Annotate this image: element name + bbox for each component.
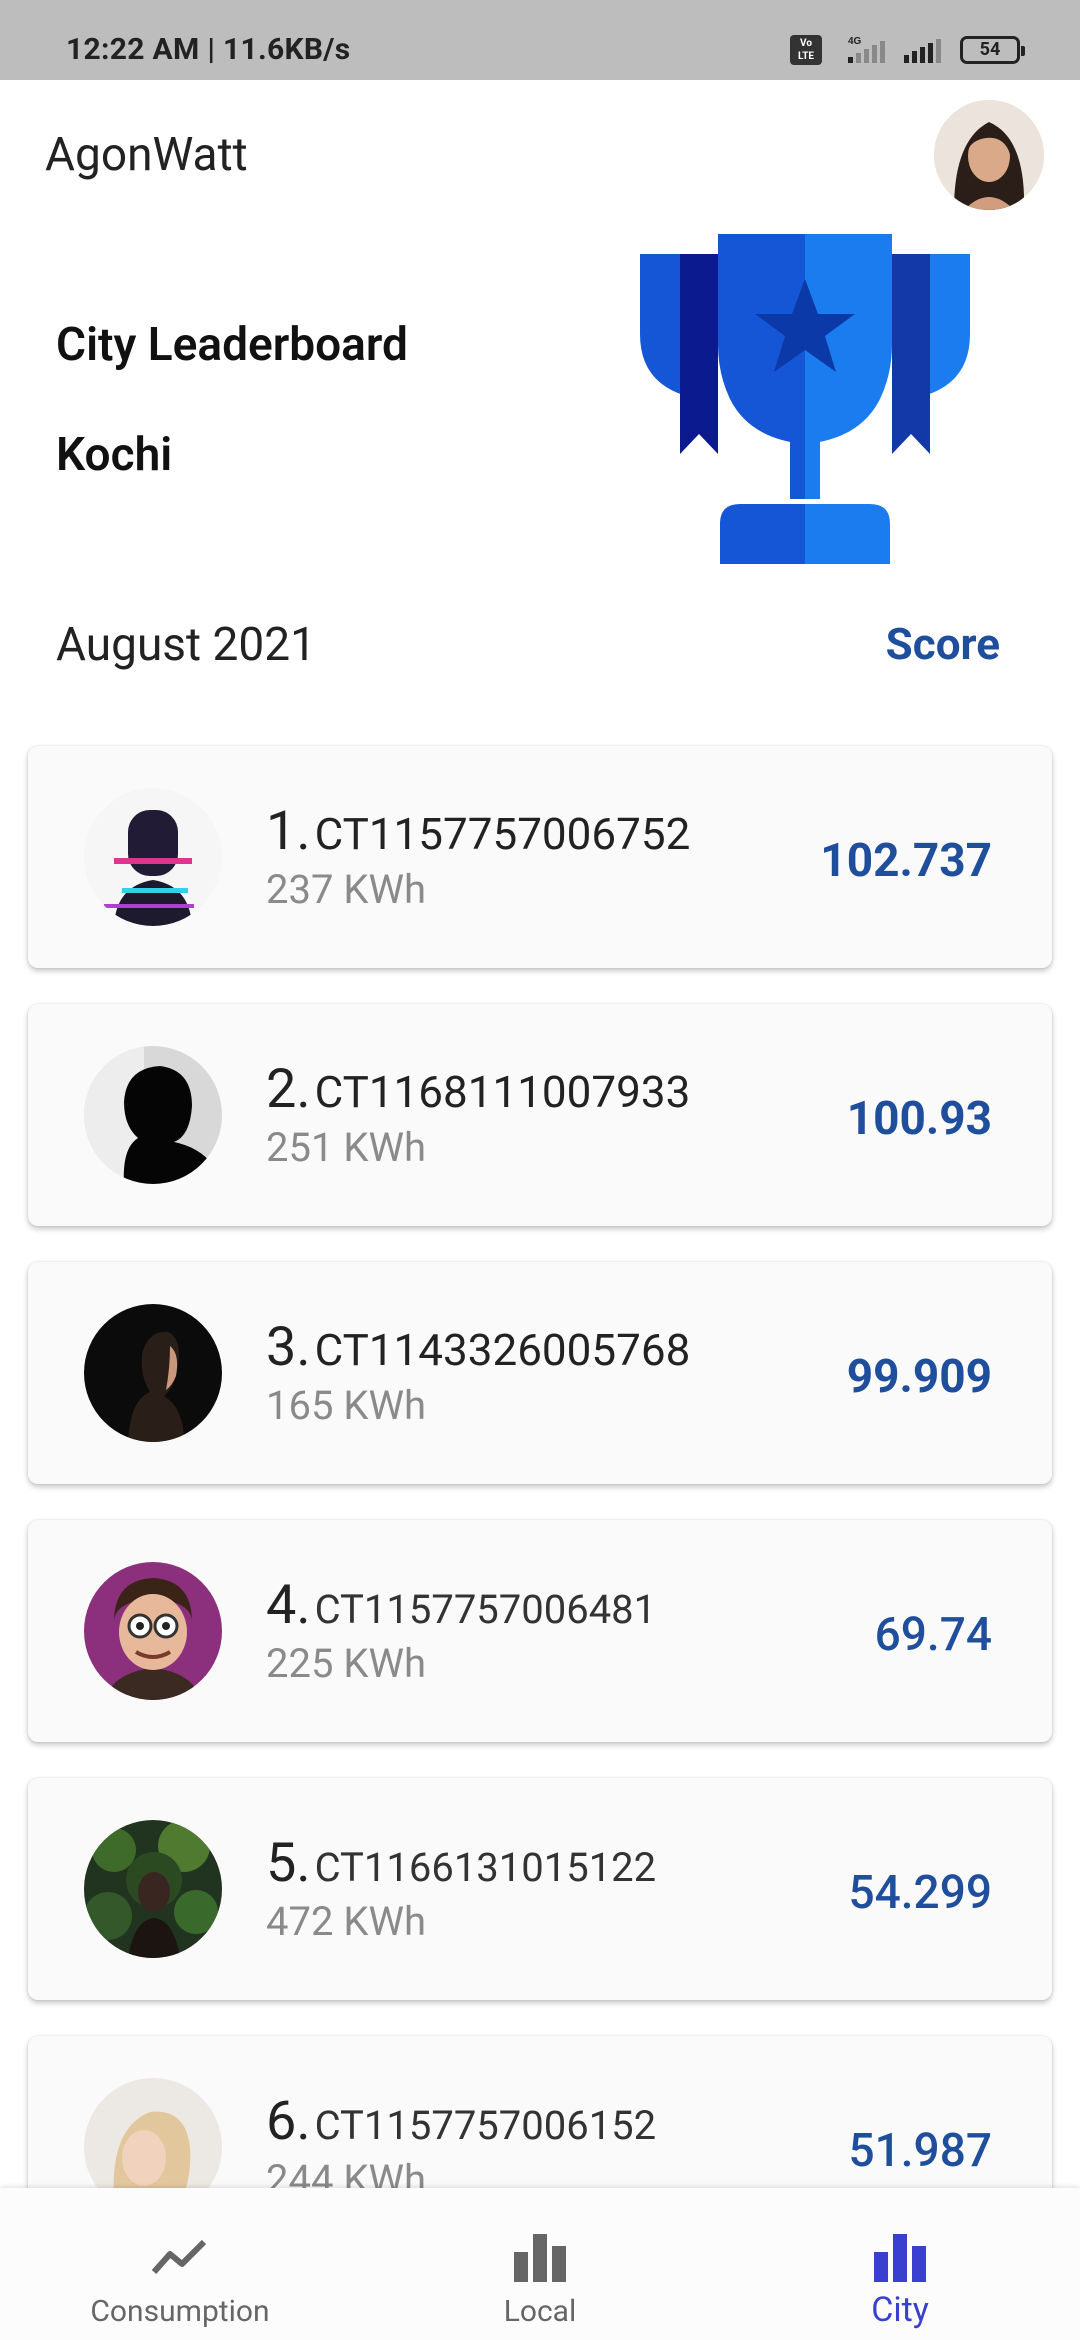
nav-label: City [871,2290,929,2330]
leaderboard-card[interactable]: 3. CT1143326005768 165 KWh 99.909 [28,1262,1052,1484]
foliage-portrait-icon [84,1820,222,1958]
nav-label: Consumption [90,2294,270,2329]
leaderboard-card[interactable]: 2. CT1168111007933 251 KWh 100.93 [28,1004,1052,1226]
nav-label: Local [503,2294,577,2329]
bar-chart-icon [514,2234,566,2282]
nav-item-consumption[interactable]: Consumption [0,2188,360,2340]
hero-title: City Leaderboard [56,318,408,372]
account-id: CT1157757006152 [314,2102,657,2149]
rank-and-id: 2. CT1168111007933 [266,1058,690,1121]
score-value: 102.737 [820,834,992,888]
status-time-speed: 12:22 AM | 11.6KB/s [66,32,351,67]
rank-number: 4. [266,1574,311,1637]
nav-item-local[interactable]: Local [360,2188,720,2340]
rank-and-id: 4. CT1157757006481 [266,1574,656,1637]
account-id: CT1166131015122 [314,1844,657,1891]
rank-number: 3. [266,1316,311,1379]
status-icons: Vo LTE 4G 54 [790,32,1025,68]
rank-and-id: 5. CT1166131015122 [266,1832,656,1895]
leaderboard-card[interactable]: 1. CT1157757006752 237 KWh 102.737 [28,746,1052,968]
rank-and-id: 3. CT1143326005768 [266,1316,690,1379]
user-avatar [84,1304,222,1442]
trending-line-icon [151,2239,207,2274]
profile-avatar[interactable] [934,100,1044,210]
rank-and-id: 1. CT1157757006752 [266,800,690,863]
account-id: CT1143326005768 [314,1324,691,1376]
score-value: 54.299 [848,1866,992,1920]
energy-consumption: 472 KWh [266,1898,426,1945]
score-value: 100.93 [846,1092,992,1146]
month-label: August 2021 [56,618,316,672]
energy-consumption: 165 KWh [266,1382,426,1429]
leaderboard-card[interactable]: 5. CT1166131015122 472 KWh 54.299 [28,1778,1052,2000]
status-bar: 12:22 AM | 11.6KB/s Vo LTE 4G 54 [0,0,1080,80]
score-value: 69.74 [874,1608,992,1662]
volte-icon: Vo LTE [790,35,822,65]
energy-consumption: 251 KWh [266,1124,426,1171]
nav-item-city[interactable]: City [720,2188,1080,2340]
bottom-navigation: Consumption Local City [0,2188,1080,2340]
score-value: 99.909 [846,1350,992,1404]
score-column-header: Score [885,618,1000,670]
profile-photo-icon [934,100,1044,210]
silhouette-portrait-icon [84,1046,222,1184]
score-value: 51.987 [848,2124,992,2178]
account-id: CT1157757006752 [314,808,691,860]
app-title: AgonWatt [45,128,248,182]
glitch-portrait-icon [84,788,222,926]
battery-icon: 54 [960,36,1025,64]
trophy-icon [640,234,970,564]
user-avatar [84,788,222,926]
rank-number: 1. [266,800,311,863]
energy-consumption: 225 KWh [266,1640,426,1687]
signal-4g-icon: 4G [848,36,885,63]
user-avatar [84,1820,222,1958]
account-id: CT1168111007933 [314,1066,691,1118]
account-id: CT1157757006481 [314,1586,657,1633]
rank-number: 2. [266,1058,311,1121]
user-avatar [84,1046,222,1184]
leaderboard-card[interactable]: 4. CT1157757006481 225 KWh 69.74 [28,1520,1052,1742]
signal-icon [904,39,941,63]
rank-number: 5. [266,1832,311,1895]
cartoon-portrait-icon [84,1562,222,1700]
hero-city: Kochi [56,428,173,482]
user-avatar [84,1562,222,1700]
rank-number: 6. [266,2090,311,2153]
energy-consumption: 237 KWh [266,866,426,913]
rank-and-id: 6. CT1157757006152 [266,2090,656,2153]
svg-text:4G: 4G [848,36,862,47]
dark-portrait-icon [84,1304,222,1442]
bar-chart-icon [874,2234,926,2282]
